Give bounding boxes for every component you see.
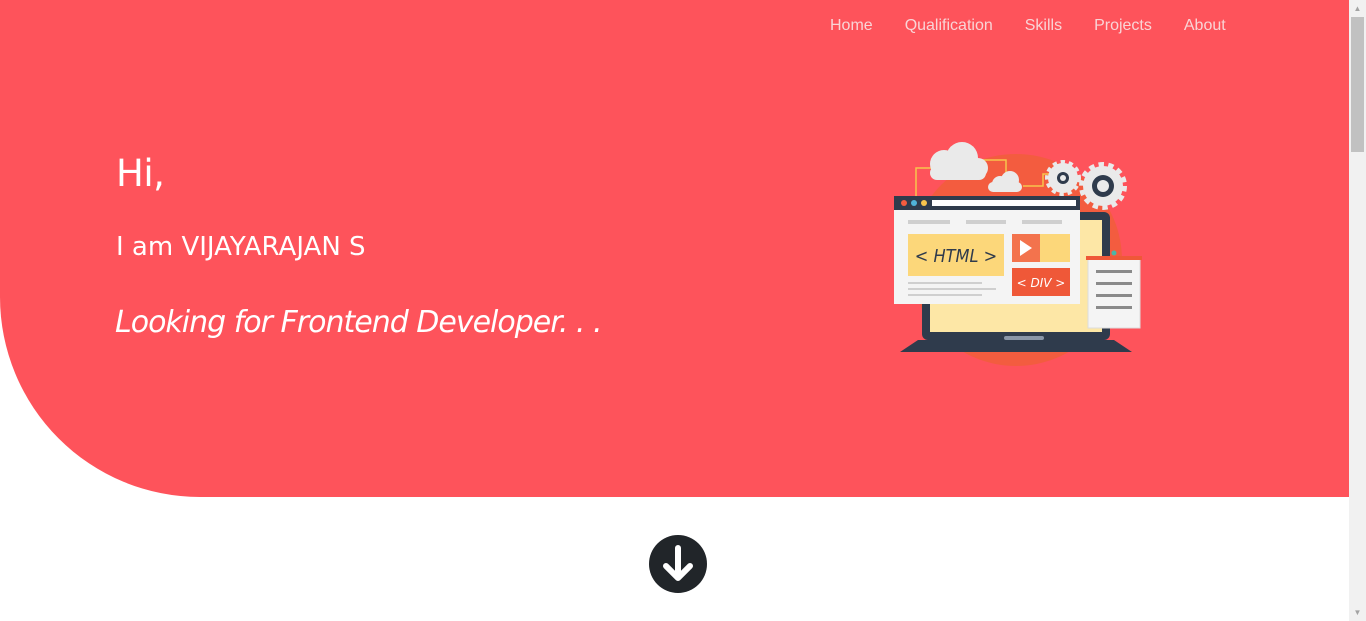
scroll-down-arrow-icon[interactable]: ▼: [1349, 604, 1366, 621]
hero-tagline: Looking for Frontend Developer. . .: [115, 305, 602, 340]
laptop-base: [900, 340, 1132, 352]
hero-greeting: Hi,: [116, 152, 165, 195]
browser-dot: [921, 200, 927, 206]
gear-icon: [1045, 160, 1081, 196]
div-label: < DIV >: [1017, 276, 1066, 290]
text-line: [1022, 220, 1062, 224]
text-line: [908, 220, 950, 224]
text-line: [908, 294, 982, 296]
cloud-icon: [930, 142, 988, 180]
document-icon: [1087, 257, 1141, 329]
browser-dot: [901, 200, 907, 206]
nav-item-qualification[interactable]: Qualification: [889, 15, 1009, 37]
text-line: [1096, 282, 1132, 285]
hero-section: Home Qualification Skills Projects About…: [0, 0, 1349, 497]
nav-item-about[interactable]: About: [1168, 15, 1242, 37]
nav-item-skills[interactable]: Skills: [1009, 15, 1078, 37]
text-line: [908, 282, 982, 284]
page: Home Qualification Skills Projects About…: [0, 0, 1366, 621]
scroll-down-button[interactable]: [648, 534, 708, 594]
text-line: [1096, 306, 1132, 309]
document-pin: [1111, 250, 1117, 256]
laptop-trackpad: [1004, 336, 1044, 340]
scrollbar-thumb[interactable]: [1351, 17, 1364, 152]
browser-address-bar: [932, 200, 1076, 206]
text-line: [908, 288, 996, 290]
nav-item-projects[interactable]: Projects: [1078, 15, 1168, 37]
vertical-scrollbar[interactable]: ▲ ▼: [1349, 0, 1366, 621]
browser-dot: [911, 200, 917, 206]
scroll-up-arrow-icon[interactable]: ▲: [1349, 0, 1366, 17]
gear-icon: [1079, 162, 1127, 210]
web-development-illustration: < HTML > < DIV >: [894, 142, 1142, 366]
nav-item-home[interactable]: Home: [814, 15, 889, 37]
main-nav: Home Qualification Skills Projects About: [814, 15, 1242, 37]
hero-intro: I am VIJAYARAJAN S: [116, 232, 366, 262]
document-header: [1086, 256, 1142, 260]
text-line: [966, 220, 1006, 224]
text-line: [1096, 270, 1132, 273]
text-line: [1096, 294, 1132, 297]
html-label: < HTML >: [915, 246, 998, 267]
